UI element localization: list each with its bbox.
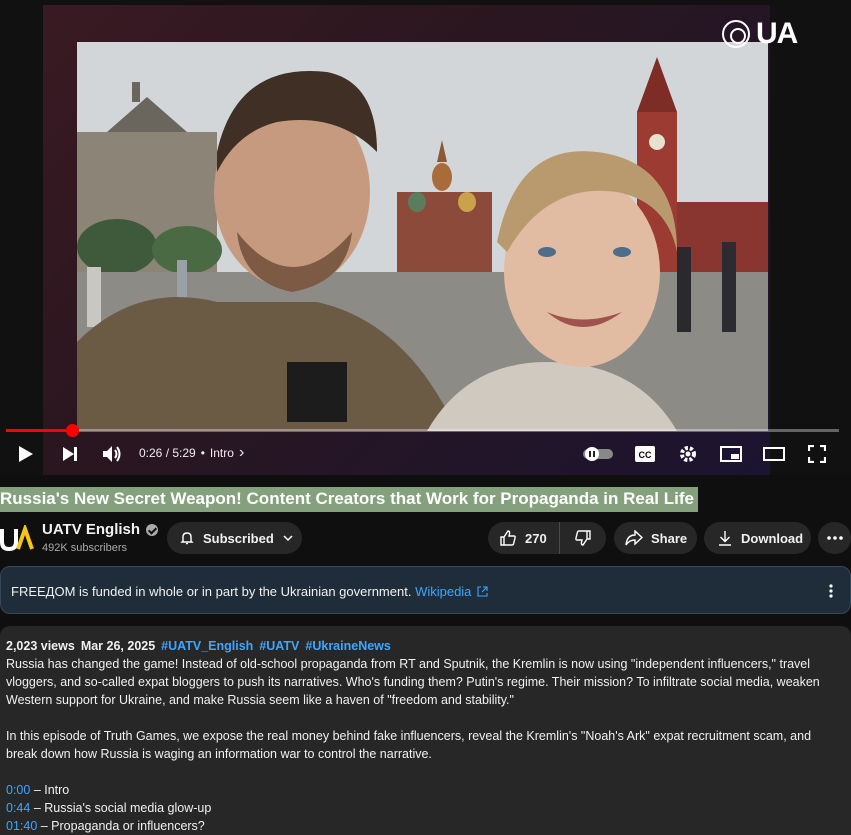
notice-menu-button[interactable] (825, 584, 837, 600)
fullscreen-icon (808, 445, 826, 463)
chapter-item: 01:40 – Propaganda or influencers? (6, 817, 845, 835)
channel-avatar[interactable] (0, 522, 34, 553)
chapter-timestamp-link[interactable]: 0:00 (6, 783, 30, 797)
toggle-icon (583, 447, 613, 461)
funding-notice-message: FREEДOM is funded in whole or in part by… (11, 584, 412, 599)
theater-mode-button[interactable] (762, 445, 786, 463)
video-player[interactable]: UA 0:26 / 5:29 • Intro › CC (0, 0, 851, 475)
bell-icon (180, 532, 194, 545)
dislike-button[interactable] (560, 522, 606, 554)
channel-logo-icon (0, 522, 34, 552)
video-description[interactable]: 2,023 views Mar 26, 2025 #UATV_English #… (0, 626, 851, 835)
current-time: 0:26 / 5:29 (139, 446, 196, 460)
share-label: Share (651, 530, 688, 546)
download-icon (719, 531, 731, 546)
hashtag-link[interactable]: #UATV (259, 637, 299, 655)
settings-button[interactable] (677, 443, 699, 465)
chapter-separator: • (200, 446, 205, 460)
subscribed-button[interactable]: Subscribed (167, 522, 302, 554)
download-button[interactable]: Download (704, 522, 811, 554)
description-paragraph: Russia has changed the game! Instead of … (6, 657, 820, 707)
progress-scrubber[interactable] (66, 424, 79, 437)
description-paragraph: In this episode of Truth Games, we expos… (6, 729, 812, 761)
description-meta: 2,023 views Mar 26, 2025 #UATV_English #… (6, 637, 845, 655)
next-button[interactable] (58, 444, 82, 464)
more-vertical-icon (829, 584, 833, 598)
more-horizontal-icon (826, 536, 843, 540)
autoplay-toggle[interactable] (582, 445, 614, 463)
chapter-label: – Propaganda or influencers? (37, 819, 205, 833)
view-count: 2,023 views (6, 639, 75, 653)
closed-captions-icon: CC (635, 446, 655, 462)
chapter-title[interactable]: Intro (210, 446, 234, 460)
upload-date: Mar 26, 2025 (80, 639, 156, 653)
subscriber-count: 492K subscribers (42, 542, 127, 554)
hashtag-link[interactable]: #UkraineNews (305, 637, 390, 655)
play-button[interactable] (14, 444, 38, 464)
svg-text:CC: CC (639, 450, 652, 460)
time-display: 0:26 / 5:29 • Intro › (139, 445, 244, 461)
chapter-item: 0:44 – Russia's social media glow-up (6, 799, 845, 817)
share-icon (625, 530, 643, 546)
progress-bar-played (6, 429, 72, 432)
like-count: 270 (525, 530, 547, 546)
video-frame-image (77, 42, 768, 431)
channel-name[interactable]: UATV English (42, 521, 159, 538)
like-dislike-group: 270 (488, 522, 606, 554)
funding-notice-text: FREEДOM is funded in whole or in part by… (11, 584, 488, 599)
chapter-timestamp-link[interactable]: 0:44 (6, 801, 30, 815)
channel-name-text[interactable]: UATV English (42, 521, 140, 538)
chevron-right-icon[interactable]: › (239, 445, 244, 461)
chevron-down-icon (283, 535, 293, 542)
seal-icon (722, 20, 750, 48)
selfie-scene-image (77, 42, 768, 431)
more-actions-button[interactable] (818, 522, 851, 554)
verified-icon (146, 523, 159, 536)
chapter-timestamp-link[interactable]: 01:40 (6, 819, 37, 833)
funding-notice: FREEДOM is funded in whole or in part by… (0, 566, 851, 614)
download-label: Download (741, 530, 804, 546)
play-icon (19, 446, 33, 462)
skip-next-icon (63, 447, 77, 461)
captions-button[interactable]: CC (634, 445, 656, 463)
hashtag-link[interactable]: #UATV_English (161, 637, 253, 655)
mute-button[interactable] (100, 444, 124, 464)
volume-icon (103, 446, 121, 462)
fullscreen-button[interactable] (806, 443, 828, 465)
miniplayer-button[interactable] (719, 444, 743, 464)
brand-logo-text: UA (756, 17, 798, 50)
chapter-label: – Russia's social media glow-up (30, 801, 212, 815)
gear-icon (680, 446, 696, 462)
like-button[interactable]: 270 (488, 522, 560, 554)
channel-row: UATV English 492K subscribers Subscribed… (0, 518, 851, 558)
share-button[interactable]: Share (614, 522, 697, 554)
subscribed-label: Subscribed (203, 530, 274, 546)
theater-icon (763, 447, 785, 461)
thumbs-down-icon (575, 530, 591, 546)
thumbs-up-icon (500, 530, 516, 546)
chapter-label: – Intro (30, 783, 70, 797)
chapter-item: 0:00 – Intro (6, 781, 845, 799)
external-link-icon[interactable] (477, 586, 488, 597)
progress-bar[interactable] (6, 424, 839, 437)
miniplayer-icon (720, 446, 742, 462)
wikipedia-link[interactable]: Wikipedia (415, 584, 471, 599)
video-title: Russia's New Secret Weapon! Content Crea… (0, 487, 698, 512)
channel-watermark: UA (722, 17, 798, 51)
